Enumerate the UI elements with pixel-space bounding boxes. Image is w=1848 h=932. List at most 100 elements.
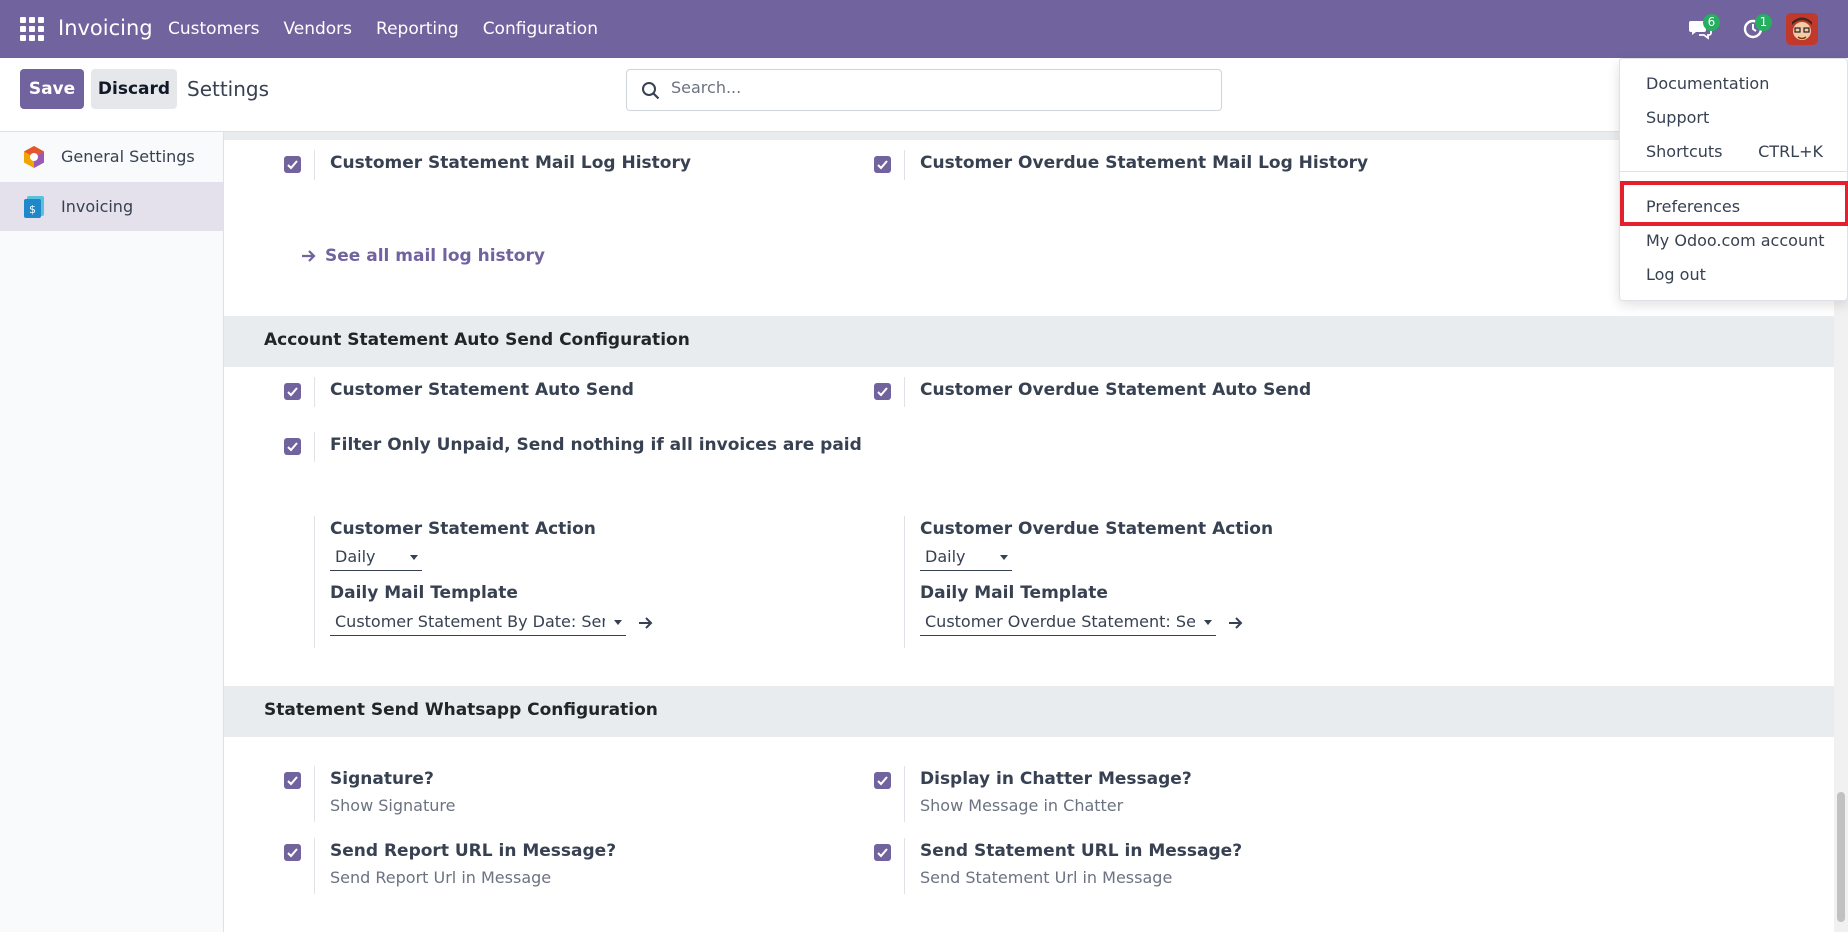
customer-overdue-mail-log-label: Customer Overdue Statement Mail Log Hist… bbox=[920, 153, 1369, 173]
user-avatar-icon bbox=[1786, 13, 1818, 45]
caret-down-icon bbox=[410, 555, 418, 560]
main-menu: Customers Vendors Reporting Configuratio… bbox=[168, 19, 598, 39]
signature-help: Show Signature bbox=[330, 796, 456, 815]
checkbox-send-report-url[interactable] bbox=[284, 844, 301, 861]
checkbox-filter-only-unpaid[interactable] bbox=[284, 438, 301, 455]
customer-statement-action-label: Customer Statement Action bbox=[330, 519, 596, 539]
apps-menu-icon[interactable] bbox=[20, 17, 44, 41]
customer-overdue-action-select[interactable]: Daily bbox=[920, 545, 1012, 571]
messages-button[interactable]: 6 bbox=[1686, 12, 1720, 46]
section-header-auto-send: Account Statement Auto Send Configuratio… bbox=[224, 316, 1834, 367]
divider bbox=[904, 150, 905, 180]
odoo-logo-icon bbox=[24, 145, 44, 168]
menu-divider bbox=[1620, 171, 1847, 172]
send-statement-url-label: Send Statement URL in Message? bbox=[920, 841, 1243, 861]
divider bbox=[904, 838, 905, 894]
divider bbox=[314, 516, 315, 648]
section-title: Statement Send Whatsapp Configuration bbox=[264, 700, 658, 720]
search-input[interactable] bbox=[671, 78, 1171, 97]
menu-item-support[interactable]: Support bbox=[1646, 108, 1709, 127]
filter-only-unpaid-label: Filter Only Unpaid, Send nothing if all … bbox=[330, 435, 862, 455]
preferences-highlight-box bbox=[1620, 181, 1848, 226]
divider bbox=[314, 150, 315, 180]
display-in-chatter-label: Display in Chatter Message? bbox=[920, 769, 1192, 789]
select-value: Daily bbox=[925, 547, 966, 566]
sidebar-item-invoicing[interactable]: $ Invoicing bbox=[0, 182, 223, 231]
select-value: Customer Overdue Statement: Send bbox=[925, 612, 1195, 631]
checkbox-customer-statement-auto-send[interactable] bbox=[284, 383, 301, 400]
check-icon bbox=[287, 442, 298, 452]
select-value: Customer Statement By Date: Send bbox=[335, 612, 605, 631]
display-in-chatter-help: Show Message in Chatter bbox=[920, 796, 1124, 815]
check-icon bbox=[287, 848, 298, 858]
invoicing-app-icon: $ bbox=[24, 195, 44, 218]
section-header-end bbox=[224, 132, 1834, 140]
svg-text:$: $ bbox=[29, 203, 36, 216]
daily-mail-template-label: Daily Mail Template bbox=[920, 583, 1108, 603]
messages-badge: 6 bbox=[1703, 14, 1720, 31]
daily-mail-template-label: Daily Mail Template bbox=[330, 583, 518, 603]
shortcuts-key-hint: CTRL+K bbox=[1758, 142, 1823, 161]
top-navbar: Invoicing Customers Vendors Reporting Co… bbox=[0, 0, 1848, 58]
discard-button[interactable]: Discard bbox=[91, 69, 177, 109]
checkbox-display-in-chatter[interactable] bbox=[874, 772, 891, 789]
menu-item-logout[interactable]: Log out bbox=[1646, 265, 1706, 284]
send-report-url-help: Send Report Url in Message bbox=[330, 868, 552, 887]
checkbox-customer-statement-mail-log[interactable] bbox=[284, 156, 301, 173]
customer-overdue-template-select[interactable]: Customer Overdue Statement: Send bbox=[920, 610, 1216, 636]
divider bbox=[904, 516, 905, 648]
check-icon bbox=[877, 160, 888, 170]
caret-down-icon bbox=[1204, 620, 1212, 625]
check-icon bbox=[287, 776, 298, 786]
section-header-whatsapp: Statement Send Whatsapp Configuration bbox=[224, 686, 1834, 737]
divider bbox=[904, 377, 905, 407]
customer-overdue-action-label: Customer Overdue Statement Action bbox=[920, 519, 1274, 539]
send-statement-url-help: Send Statement Url in Message bbox=[920, 868, 1173, 887]
checkbox-customer-overdue-auto-send[interactable] bbox=[874, 383, 891, 400]
settings-content: Customer Statement Mail Log History Cust… bbox=[224, 132, 1848, 932]
divider bbox=[314, 377, 315, 407]
sidebar-item-general-settings[interactable]: General Settings bbox=[0, 132, 223, 181]
menu-configuration[interactable]: Configuration bbox=[483, 19, 598, 39]
settings-sidebar: General Settings $ Invoicing bbox=[0, 132, 224, 932]
menu-reporting[interactable]: Reporting bbox=[376, 19, 459, 39]
divider bbox=[314, 766, 315, 822]
menu-item-odoo-account[interactable]: My Odoo.com account bbox=[1646, 231, 1825, 250]
menu-item-documentation[interactable]: Documentation bbox=[1646, 74, 1769, 93]
sidebar-item-label: Invoicing bbox=[61, 197, 134, 216]
select-value: Daily bbox=[335, 547, 376, 566]
save-button[interactable]: Save bbox=[20, 69, 84, 109]
send-report-url-label: Send Report URL in Message? bbox=[330, 841, 617, 861]
app-name[interactable]: Invoicing bbox=[58, 16, 153, 40]
activities-button[interactable]: 1 bbox=[1738, 12, 1772, 46]
customer-statement-template-select[interactable]: Customer Statement By Date: Send bbox=[330, 610, 626, 636]
customer-statement-auto-send-label: Customer Statement Auto Send bbox=[330, 380, 634, 400]
checkbox-send-statement-url[interactable] bbox=[874, 844, 891, 861]
menu-vendors[interactable]: Vendors bbox=[283, 19, 352, 39]
customer-statement-action-select[interactable]: Daily bbox=[330, 545, 422, 571]
search-bar[interactable] bbox=[626, 69, 1222, 111]
check-icon bbox=[877, 387, 888, 397]
divider bbox=[314, 838, 315, 894]
caret-down-icon bbox=[1000, 555, 1008, 560]
user-menu-dropdown: Documentation Support Shortcuts CTRL+K P… bbox=[1619, 58, 1848, 301]
activities-badge: 1 bbox=[1755, 14, 1772, 31]
caret-down-icon bbox=[614, 620, 622, 625]
internal-link-arrow-icon[interactable] bbox=[637, 614, 655, 632]
menu-customers[interactable]: Customers bbox=[168, 19, 259, 39]
checkbox-customer-overdue-mail-log[interactable] bbox=[874, 156, 891, 173]
user-avatar[interactable] bbox=[1786, 13, 1818, 45]
check-icon bbox=[287, 387, 298, 397]
checkbox-signature[interactable] bbox=[284, 772, 301, 789]
arrow-right-icon bbox=[302, 250, 316, 262]
search-icon bbox=[642, 82, 660, 100]
check-icon bbox=[287, 160, 298, 170]
menu-item-shortcuts[interactable]: Shortcuts bbox=[1646, 142, 1722, 161]
divider bbox=[314, 432, 315, 462]
see-all-mail-log-link[interactable]: See all mail log history bbox=[325, 246, 545, 266]
section-title: Account Statement Auto Send Configuratio… bbox=[264, 330, 690, 350]
signature-label: Signature? bbox=[330, 769, 434, 789]
scrollbar-thumb[interactable] bbox=[1837, 792, 1845, 922]
internal-link-arrow-icon[interactable] bbox=[1227, 614, 1245, 632]
customer-statement-mail-log-label: Customer Statement Mail Log History bbox=[330, 153, 691, 173]
